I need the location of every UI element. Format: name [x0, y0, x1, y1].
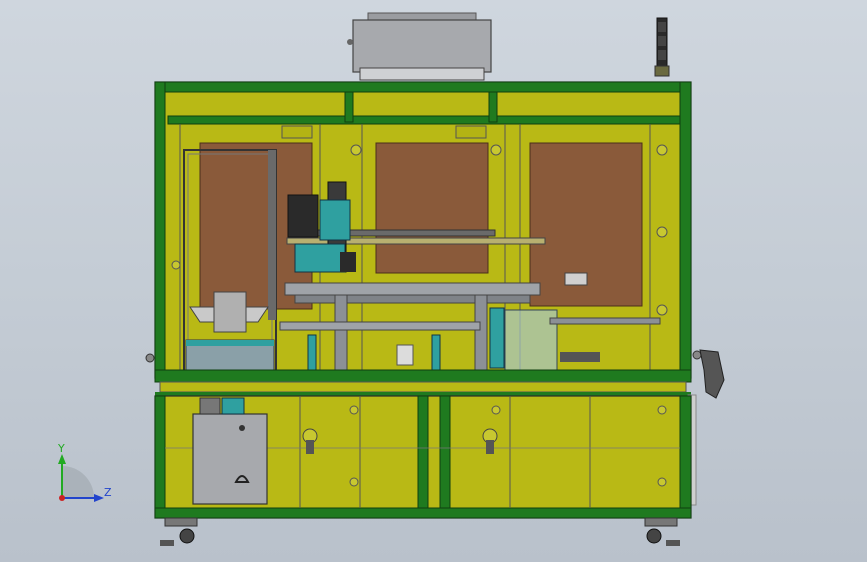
y-axis-label: Y — [57, 442, 65, 455]
side-scanner — [687, 349, 725, 506]
cad-viewport[interactable]: Y Z — [0, 0, 867, 562]
top-enclosure — [347, 12, 492, 81]
lower-cabinet — [154, 395, 692, 519]
z-axis-label: Z — [104, 486, 112, 499]
signal-tower — [654, 17, 670, 77]
casters — [160, 517, 680, 546]
orientation-triad-icon: Y Z — [57, 442, 112, 502]
